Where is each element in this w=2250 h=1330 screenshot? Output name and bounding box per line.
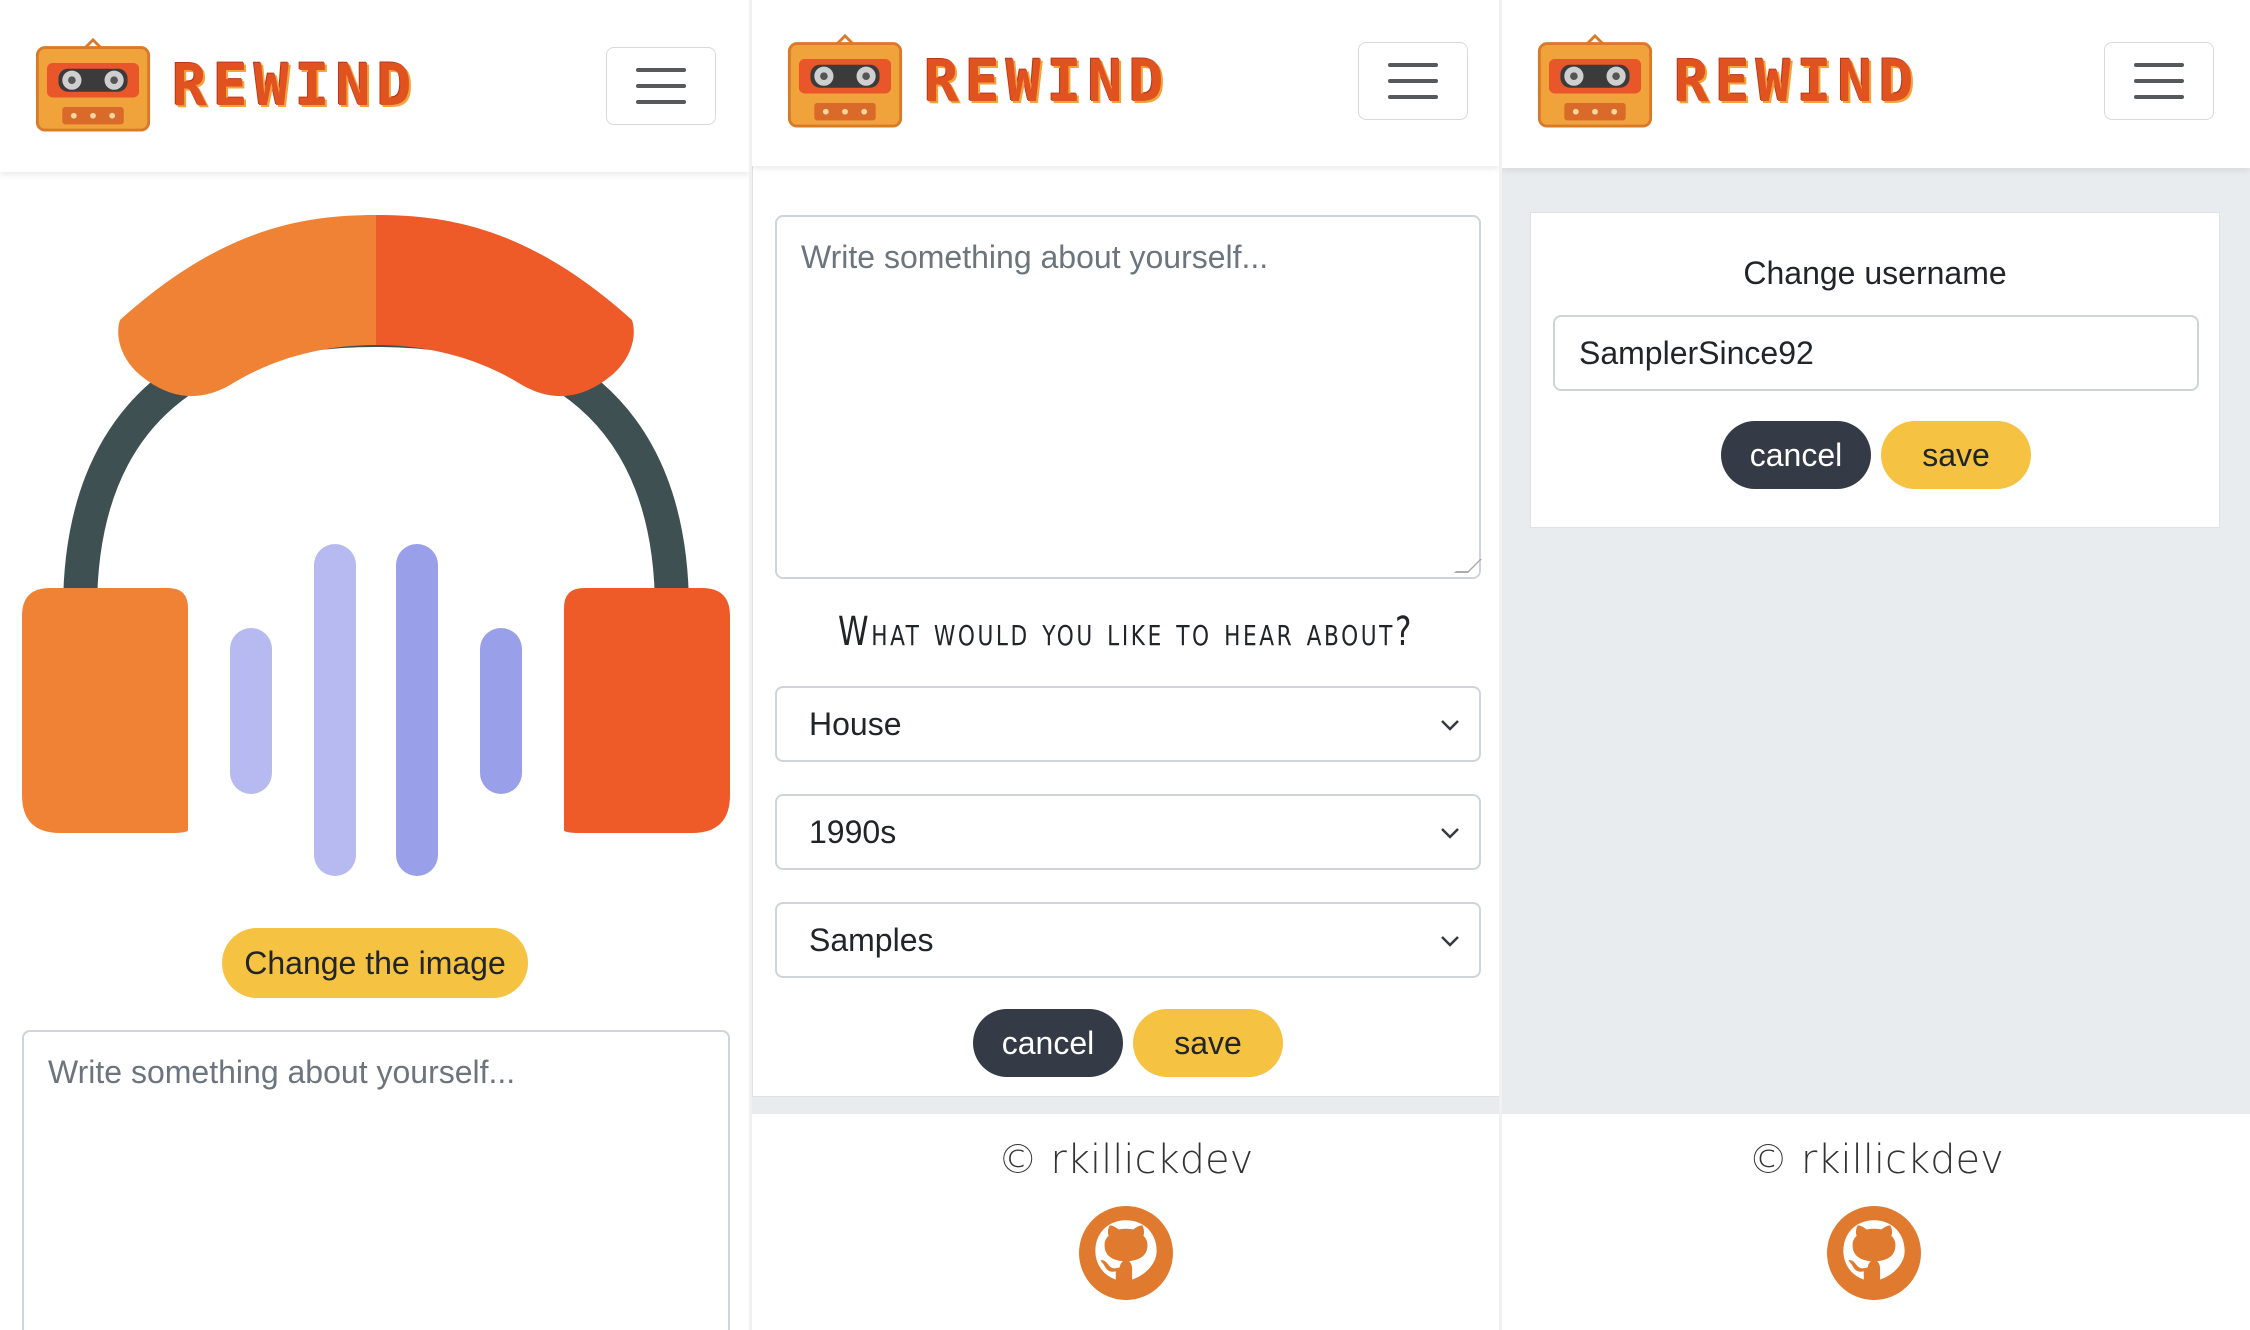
bio-placeholder: Write something about yourself... xyxy=(48,1054,516,1090)
change-image-button[interactable]: Change the image xyxy=(222,928,528,998)
change-username-heading: Change username xyxy=(1743,255,2007,291)
navbar: REWIND xyxy=(0,0,749,172)
headphones-soundwave-icon xyxy=(22,215,730,876)
bio-placeholder: Write something about yourself... xyxy=(801,239,1269,275)
hamburger-menu-icon xyxy=(1388,63,1438,67)
screen-change-username: REWIND Change username SamplerSince92 ca… xyxy=(1502,0,2250,1330)
footer-copyright: © rkillickdev xyxy=(997,1137,1254,1183)
navbar-toggle-button[interactable] xyxy=(2104,42,2214,120)
brand-wordmark: REWIND xyxy=(924,47,1170,115)
cassette-tape-icon xyxy=(787,34,903,128)
navbar-toggle-button[interactable] xyxy=(1358,42,1468,120)
bio-textarea[interactable]: Write something about yourself... xyxy=(22,1030,730,1330)
cassette-tape-icon xyxy=(35,38,151,132)
cancel-button[interactable]: cancel xyxy=(1721,421,1871,489)
footer: © rkillickdev xyxy=(1502,1114,2250,1330)
brand-link[interactable]: REWIND xyxy=(784,34,1170,128)
github-icon[interactable] xyxy=(1827,1206,1921,1300)
footer-copyright: © rkillickdev xyxy=(1748,1137,2004,1183)
save-button[interactable]: save xyxy=(1133,1009,1283,1077)
footer: © rkillickdev xyxy=(752,1114,1499,1330)
chevron-down-icon xyxy=(1441,936,1459,947)
category-select-value: Samples xyxy=(809,921,934,958)
chevron-down-icon xyxy=(1441,720,1459,731)
genre-select[interactable]: House xyxy=(775,686,1481,762)
brand-wordmark: REWIND xyxy=(1674,47,1920,115)
brand-link[interactable]: REWIND xyxy=(32,38,418,132)
decade-select[interactable]: 1990s xyxy=(775,794,1481,870)
screen-profile-image: REWIND Change the image Write something … xyxy=(0,0,749,1330)
cancel-button[interactable]: cancel xyxy=(973,1009,1123,1077)
category-select[interactable]: Samples xyxy=(775,902,1481,978)
github-icon[interactable] xyxy=(1079,1206,1173,1300)
preferences-card: Write something about yourself... What w… xyxy=(752,81,1499,1097)
bio-textarea[interactable]: Write something about yourself... xyxy=(775,215,1482,579)
navbar: REWIND xyxy=(1502,0,2250,168)
genre-select-value: House xyxy=(809,705,902,742)
save-button[interactable]: save xyxy=(1881,421,2031,489)
brand-link[interactable]: REWIND xyxy=(1534,34,1920,128)
navbar: REWIND xyxy=(752,0,1499,166)
username-input[interactable]: SamplerSince92 xyxy=(1553,315,2199,391)
hamburger-menu-icon xyxy=(2134,63,2184,67)
username-value: SamplerSince92 xyxy=(1579,334,1814,371)
decade-select-value: 1990s xyxy=(809,813,897,850)
screen-profile-preferences: Write something about yourself... What w… xyxy=(752,0,1499,1330)
brand-wordmark: REWIND xyxy=(172,51,418,119)
navbar-toggle-button[interactable] xyxy=(606,47,716,125)
chevron-down-icon xyxy=(1441,828,1459,839)
hamburger-menu-icon xyxy=(636,68,686,72)
change-username-card: Change username SamplerSince92 cancel sa… xyxy=(1530,212,2220,528)
preferences-heading: What would you like to hear about? xyxy=(838,609,1414,655)
cassette-tape-icon xyxy=(1537,34,1653,128)
resize-grip[interactable] xyxy=(1454,559,1482,573)
